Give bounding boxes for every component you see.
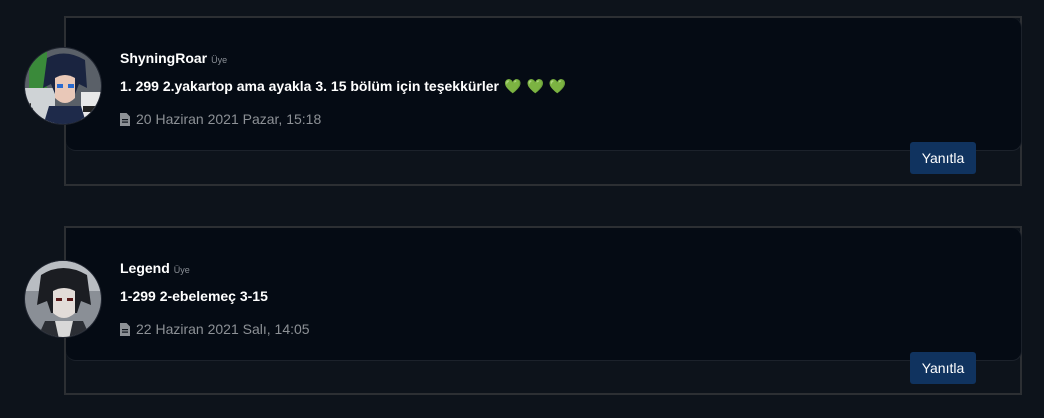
green-heart-icon: 💚 [526,78,544,94]
anime-avatar-dark-hair-icon [25,261,101,337]
green-heart-icon: 💚 [548,78,567,94]
date-text: 20 Haziran 2021 Pazar, 15:18 [136,111,322,127]
document-icon [120,322,130,336]
comment-text: 1-299 2-ebelemeç 3-15 [120,288,268,304]
green-heart-icon: 💚 [504,78,522,94]
anime-avatar-blue-hair-icon: ﾙ [25,48,101,124]
comment-date: 20 Haziran 2021 Pazar, 15:18 [120,111,321,127]
comment-container [64,16,1022,186]
comment-container [64,226,1022,395]
document-icon [120,112,130,126]
comment-message: 1. 299 2.yakartop ama ayakla 3. 15 bölüm… [120,78,499,94]
username[interactable]: Legend [120,260,170,276]
reply-button[interactable]: Yanıtla [910,352,976,384]
comment-text: 1. 299 2.yakartop ama ayakla 3. 15 bölüm… [120,78,566,95]
avatar[interactable] [24,260,102,338]
role-badge: Üye [211,55,228,65]
comment-message: 1-299 2-ebelemeç 3-15 [120,288,268,304]
avatar[interactable]: ﾙ [24,47,102,125]
date-text: 22 Haziran 2021 Salı, 14:05 [136,321,310,337]
username[interactable]: ShyningRoar [120,50,207,66]
role-badge: Üye [173,265,190,275]
comment-date: 22 Haziran 2021 Salı, 14:05 [120,321,310,337]
svg-text:ﾙ: ﾙ [26,101,34,115]
reply-button[interactable]: Yanıtla [910,142,976,174]
